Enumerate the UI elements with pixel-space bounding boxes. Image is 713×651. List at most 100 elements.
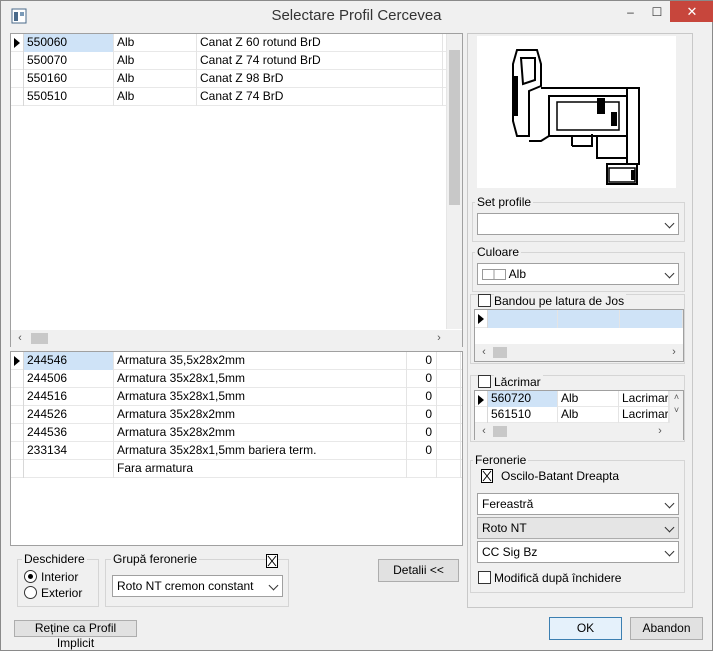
cancel-button[interactable]: Abandon <box>630 617 703 640</box>
profile-color-cell[interactable]: Alb <box>114 52 197 70</box>
opening-exterior-radio[interactable] <box>24 586 37 599</box>
color-value: Alb <box>508 267 527 281</box>
reinforcement-code-cell[interactable]: 244536 <box>24 424 114 442</box>
profile-code-cell[interactable]: 550160 <box>24 70 114 88</box>
scroll-left-icon[interactable]: ‹ <box>477 345 491 360</box>
profile-color-cell[interactable]: Alb <box>114 34 197 52</box>
table-row[interactable]: 561510AlbLacrimar r <box>475 407 669 423</box>
band-label: Bandou pe latura de Jos <box>494 294 627 308</box>
reinforcement-qty-cell[interactable]: 0 <box>407 370 437 388</box>
hardware-group-combo[interactable]: Roto NT cremon constant <box>112 575 283 597</box>
band-cell[interactable] <box>620 310 683 328</box>
minimize-button[interactable]: – <box>617 1 644 22</box>
profile-code-cell[interactable]: 550510 <box>24 88 114 106</box>
profile-color-cell[interactable]: Alb <box>114 88 197 106</box>
drip-vscroll[interactable]: ˄ ˅ <box>669 391 683 423</box>
hardware-picture-icon[interactable] <box>481 469 493 483</box>
drip-hscroll[interactable]: ‹ › <box>475 423 683 440</box>
reinforcement-extra-cell[interactable] <box>437 442 461 460</box>
drip-code-cell[interactable]: 561510 <box>488 407 558 423</box>
reinforcement-extra-cell[interactable] <box>437 424 461 442</box>
ok-button[interactable]: OK <box>549 617 622 640</box>
table-row[interactable]: 244536 Armatura 35x28x2mm 0 <box>11 424 462 442</box>
reinforcement-code-cell[interactable]: 244546 <box>24 352 114 370</box>
band-cell[interactable] <box>488 310 558 328</box>
table-row[interactable]: 233134 Armatura 35x28x1,5mm bariera term.… <box>11 442 462 460</box>
reinforcement-code-cell[interactable]: 244516 <box>24 388 114 406</box>
profile-code-cell[interactable]: 550060 <box>24 34 114 52</box>
table-row[interactable]: 244526 Armatura 35x28x2mm 0 <box>11 406 462 424</box>
reinforcement-extra-cell[interactable] <box>437 460 461 478</box>
scroll-left-icon[interactable]: ‹ <box>477 424 491 439</box>
details-button[interactable]: Detalii << <box>378 559 459 582</box>
table-row[interactable]: 550060 Alb Canat Z 60 rotund BrD <box>11 34 446 52</box>
profile-grid-hscroll[interactable]: ‹ › <box>11 330 462 347</box>
band-checkbox[interactable] <box>478 294 491 307</box>
save-default-profile-button[interactable]: Reține ca Profil Implicit <box>14 620 137 650</box>
close-button[interactable]: ✕ <box>670 1 713 22</box>
drip-grid[interactable]: 560720AlbLacrimar r561510AlbLacrimar r ˄… <box>474 390 684 440</box>
table-row[interactable]: 244506 Armatura 35x28x1,5mm 0 <box>11 370 462 388</box>
drip-color-cell[interactable]: Alb <box>558 407 619 423</box>
reinforcement-extra-cell[interactable] <box>437 370 461 388</box>
profile-name-cell[interactable]: Canat Z 74 rotund BrD <box>197 52 443 70</box>
drip-name-cell[interactable]: Lacrimar r <box>619 407 669 423</box>
reinforcement-qty-cell[interactable]: 0 <box>407 424 437 442</box>
scroll-left-icon[interactable]: ‹ <box>13 331 27 346</box>
row-indicator <box>11 88 24 106</box>
scroll-right-icon[interactable]: › <box>432 331 446 346</box>
opening-interior-radio[interactable] <box>24 570 37 583</box>
band-hscroll[interactable]: ‹ › <box>475 344 683 361</box>
reinforcement-name-cell[interactable]: Armatura 35x28x2mm <box>114 406 407 424</box>
table-row[interactable]: Fara armatura <box>11 460 462 478</box>
reinforcement-name-cell[interactable]: Armatura 35x28x2mm <box>114 424 407 442</box>
set-profile-combo[interactable] <box>477 213 679 235</box>
drip-color-cell[interactable]: Alb <box>558 391 619 407</box>
lock-combo[interactable]: CC Sig Bz <box>477 541 679 563</box>
table-row[interactable]: 550510 Alb Canat Z 74 BrD <box>11 88 446 106</box>
reinforcement-name-cell[interactable]: Armatura 35x28x1,5mm <box>114 370 407 388</box>
reinforcement-qty-cell[interactable]: 0 <box>407 352 437 370</box>
profile-grid[interactable]: 550060 Alb Canat Z 60 rotund BrD 550070 Alb C… <box>10 33 463 347</box>
profile-name-cell[interactable]: Canat Z 74 BrD <box>197 88 443 106</box>
reinforcement-extra-cell[interactable] <box>437 406 461 424</box>
reinforcement-qty-cell[interactable] <box>407 460 437 478</box>
drip-name-cell[interactable]: Lacrimar r <box>619 391 669 407</box>
hardware-system-combo[interactable]: Roto NT <box>477 517 679 539</box>
profile-name-cell[interactable]: Canat Z 60 rotund BrD <box>197 34 443 52</box>
profile-code-cell[interactable]: 550070 <box>24 52 114 70</box>
scroll-right-icon[interactable]: › <box>667 345 681 360</box>
reinforcement-qty-cell[interactable]: 0 <box>407 388 437 406</box>
reinforcement-extra-cell[interactable] <box>437 352 461 370</box>
reinforcement-name-cell[interactable]: Armatura 35x28x1,5mm <box>114 388 407 406</box>
reinforcement-name-cell[interactable]: Armatura 35,5x28x2mm <box>114 352 407 370</box>
reinforcement-code-cell[interactable]: 233134 <box>24 442 114 460</box>
reinforcement-code-cell[interactable]: 244506 <box>24 370 114 388</box>
reinforcement-code-cell[interactable] <box>24 460 114 478</box>
reinforcement-code-cell[interactable]: 244526 <box>24 406 114 424</box>
reinforcement-name-cell[interactable]: Fara armatura <box>114 460 407 478</box>
profile-color-cell[interactable]: Alb <box>114 70 197 88</box>
table-row[interactable]: 550160 Alb Canat Z 98 BrD <box>11 70 446 88</box>
window-type-combo[interactable]: Fereastră <box>477 493 679 515</box>
table-row[interactable]: 244546 Armatura 35,5x28x2mm 0 <box>11 352 462 370</box>
profile-name-cell[interactable]: Canat Z 98 BrD <box>197 70 443 88</box>
band-cell[interactable] <box>558 310 620 328</box>
band-grid[interactable]: ‹ › <box>474 309 684 362</box>
reinforcement-qty-cell[interactable]: 0 <box>407 406 437 424</box>
reinforcement-name-cell[interactable]: Armatura 35x28x1,5mm bariera term. <box>114 442 407 460</box>
table-row[interactable]: 244516 Armatura 35x28x1,5mm 0 <box>11 388 462 406</box>
reinforcement-extra-cell[interactable] <box>437 388 461 406</box>
table-row[interactable]: 560720AlbLacrimar r <box>475 391 669 407</box>
reinforcement-grid[interactable]: 244546 Armatura 35,5x28x2mm 0 244506 Armatur… <box>10 351 463 546</box>
scroll-right-icon[interactable]: › <box>653 424 667 439</box>
profile-grid-vscroll[interactable] <box>446 34 462 329</box>
modify-after-close-checkbox[interactable] <box>478 571 491 584</box>
table-row[interactable]: 550070 Alb Canat Z 74 rotund BrD <box>11 52 446 70</box>
drip-code-cell[interactable]: 560720 <box>488 391 558 407</box>
reinforcement-qty-cell[interactable]: 0 <box>407 442 437 460</box>
maximize-button[interactable]: ☐ <box>644 1 670 22</box>
drip-checkbox[interactable] <box>478 375 491 388</box>
hardware-picture-icon[interactable] <box>266 554 278 568</box>
color-combo[interactable]: Alb <box>477 263 679 285</box>
